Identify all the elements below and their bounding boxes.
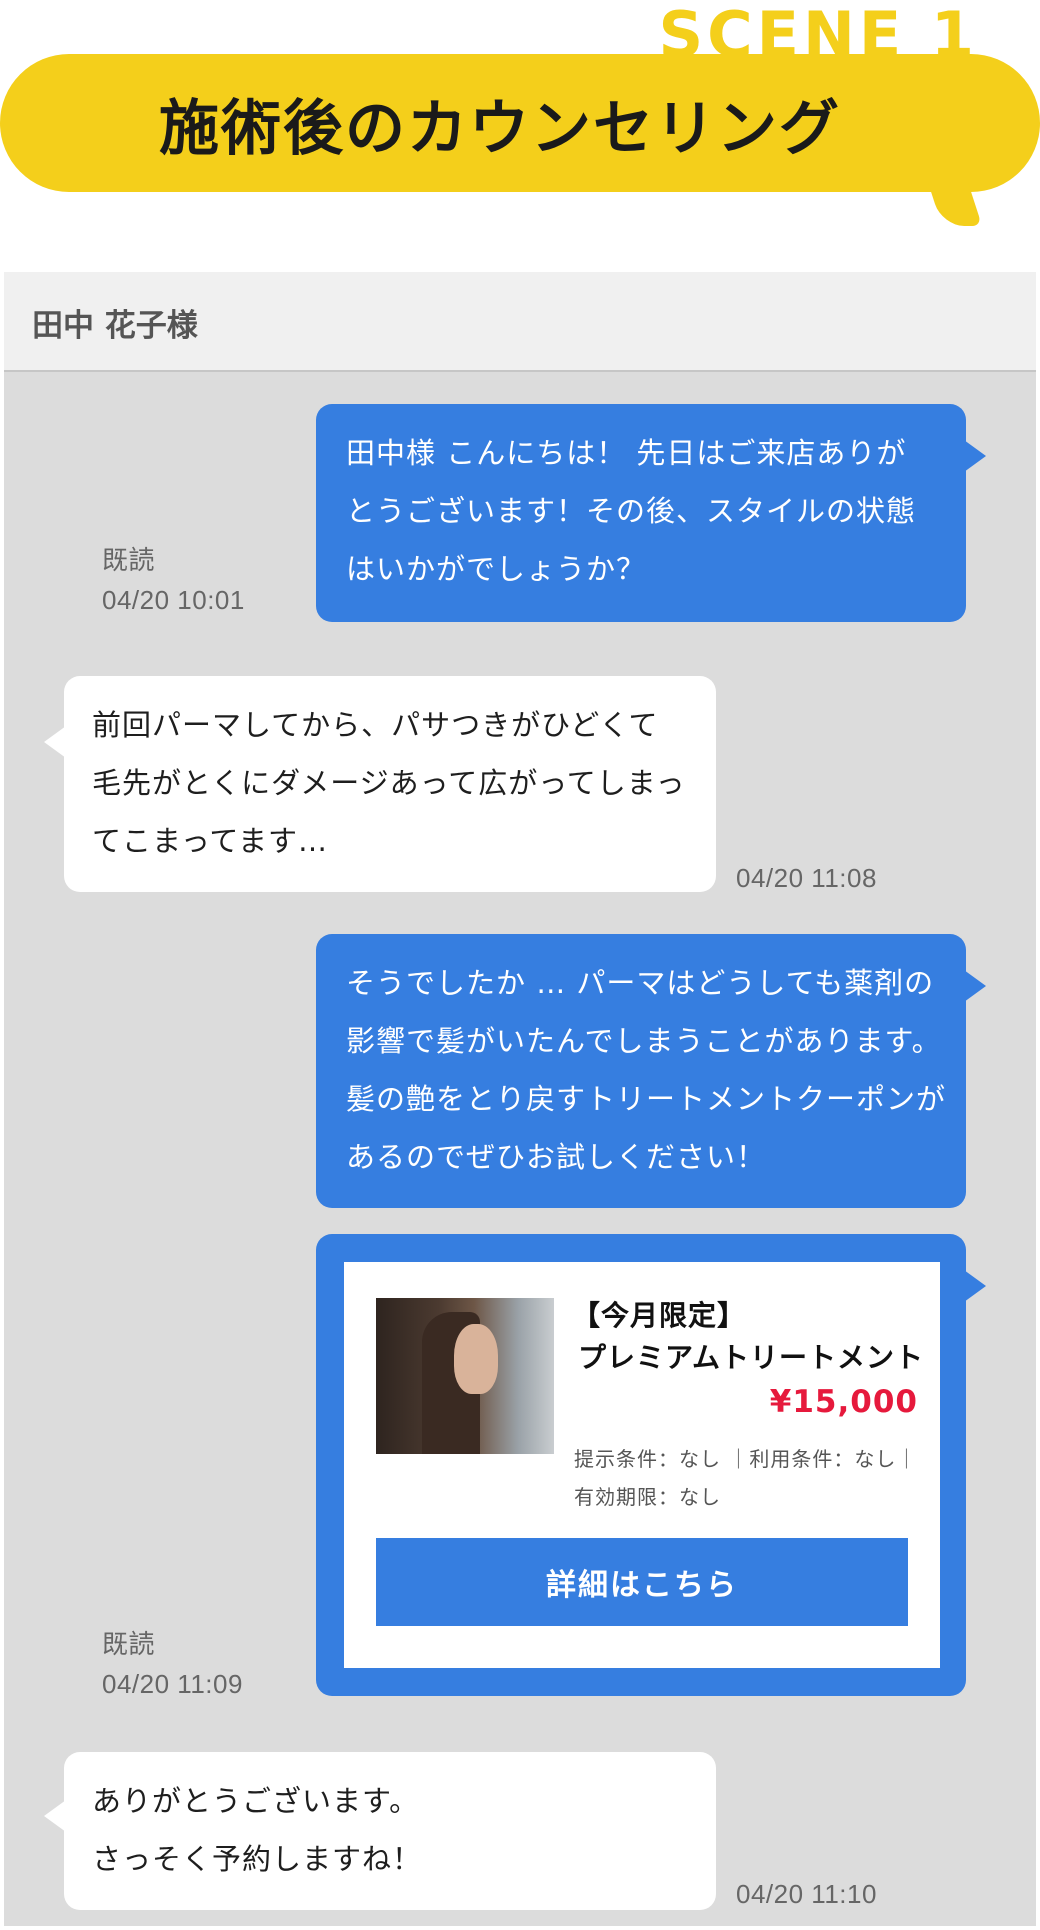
read-status: 既読	[102, 1629, 156, 1659]
message-line: ありがとうございます。	[92, 1784, 420, 1818]
message-line: 毛先がとくにダメージあって広がってしまっ	[92, 766, 686, 800]
coupon-bubble: 【今月限定】 プレミアムトリートメント ¥15,000 提示条件：なし ｜利用条…	[316, 1234, 986, 1696]
message-bubble-outgoing: そうでしたか … パーマはどうしても薬剤の 影響で髪がいたんでしまうことがありま…	[316, 934, 986, 1208]
coupon-conditions: 提示条件：なし ｜利用条件：なし｜ 有効期限：なし	[574, 1440, 924, 1516]
message-bubble-outgoing: 田中様 こんにちは！ 先日はご来店ありが とうございます！その後、スタイルの状態…	[316, 404, 986, 622]
page-title: 施術後のカウンセリング	[159, 93, 841, 164]
bubble-tail	[964, 440, 986, 472]
chat-header: 田中 花子様	[4, 272, 1036, 372]
coupon-tag: 【今月限定】	[572, 1299, 747, 1332]
title-banner: 施術後のカウンセリング	[0, 54, 1040, 192]
scene-label: SCENE 1	[658, 0, 978, 60]
message-line: さっそく予約しますね！	[92, 1842, 423, 1876]
message-line: 髪の艶をとり戻すトリートメントクーポンが	[346, 1082, 947, 1116]
message-line: 田中様 こんにちは！ 先日はご来店ありが	[346, 436, 907, 470]
message-line: 前回パーマしてから、パサつきがひどくて	[92, 708, 659, 742]
message-meta: 既読 04/20 10:01	[102, 540, 245, 620]
coupon-details-button[interactable]: 詳細はこちら	[376, 1538, 908, 1626]
coupon-conditions-line: 有効期限：なし	[574, 1485, 721, 1509]
message-time: 04/20 10:01	[102, 585, 245, 615]
message-line: とうございます！その後、スタイルの状態	[346, 494, 917, 528]
customer-name: 田中 花子様	[32, 308, 198, 344]
bubble-tail	[964, 970, 986, 1002]
message-meta: 既読 04/20 11:09	[102, 1624, 243, 1704]
message-time: 04/20 11:10	[736, 1879, 877, 1909]
coupon-price: ¥15,000	[769, 1384, 918, 1420]
message-bubble-incoming: ありがとうございます。 さっそく予約しますね！	[44, 1752, 716, 1910]
bubble-tail	[44, 1800, 66, 1832]
bubble-tail	[964, 1270, 986, 1302]
chat-window: 田中 花子様 田中様 こんにちは！ 先日はご来店ありが とうございます！その後、…	[4, 272, 1036, 1926]
bubble-tail	[44, 726, 66, 758]
message-time: 04/20 11:08	[736, 863, 877, 893]
message-bubble-incoming: 前回パーマしてから、パサつきがひどくて 毛先がとくにダメージあって広がってしまっ…	[44, 676, 716, 892]
coupon-card[interactable]: 【今月限定】 プレミアムトリートメント ¥15,000 提示条件：なし ｜利用条…	[344, 1262, 940, 1668]
message-line: あるのでぜひお試しください！	[346, 1140, 767, 1174]
message-line: 影響で髪がいたんでしまうことがあります。	[346, 1024, 942, 1058]
message-line: はいかがでしょうか？	[346, 552, 647, 586]
message-time: 04/20 11:09	[102, 1669, 243, 1699]
coupon-name: プレミアムトリートメント	[578, 1341, 925, 1374]
woman-hair-photo-icon	[376, 1298, 554, 1454]
read-status: 既読	[102, 545, 156, 575]
message-line: てこまってます…	[92, 824, 328, 858]
coupon-conditions-line: 提示条件：なし ｜利用条件：なし｜	[574, 1447, 918, 1471]
message-line: そうでしたか … パーマはどうしても薬剤の	[346, 966, 935, 1000]
